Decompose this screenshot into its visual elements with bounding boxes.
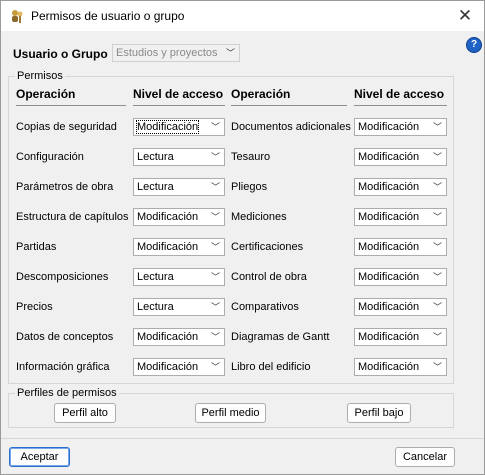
chevron-down-icon: ﹀ [432, 362, 442, 372]
right-level-header: Nivel de acceso [354, 87, 445, 101]
cancel-button[interactable]: Cancelar [395, 447, 455, 467]
operation-label: Copias de seguridad [16, 121, 117, 133]
chevron-down-icon: ﹀ [432, 242, 442, 252]
operation-label: Parámetros de obra [16, 181, 114, 193]
access-level-value: Modificación [358, 241, 420, 253]
profiles-legend: Perfiles de permisos [15, 387, 119, 399]
operation-label: Mediciones [231, 211, 287, 223]
access-level-value: Modificación [358, 121, 420, 133]
access-level-select[interactable]: Modificación ﹀ [354, 148, 447, 166]
access-level-select[interactable]: Lectura ﹀ [133, 298, 225, 316]
operation-label: Certificaciones [231, 241, 304, 253]
chevron-down-icon: ﹀ [210, 332, 220, 342]
chevron-down-icon: ﹀ [432, 332, 442, 342]
header-divider [354, 105, 447, 106]
header-divider [133, 105, 225, 106]
operation-label: Libro del edificio [231, 361, 311, 373]
access-level-value: Modificación [358, 181, 420, 193]
footer-separator [1, 438, 484, 439]
access-level-value: Modificación [137, 211, 199, 223]
access-level-value: Modificación [358, 211, 420, 223]
chevron-down-icon: ﹀ [432, 182, 442, 192]
operation-label: Documentos adicionales [231, 121, 351, 133]
access-level-select[interactable]: Modificación ﹀ [354, 238, 447, 256]
operation-label: Comparativos [231, 301, 299, 313]
left-level-header: Nivel de acceso [133, 87, 224, 101]
accept-button[interactable]: Aceptar [9, 447, 70, 467]
chevron-down-icon: ﹀ [210, 362, 220, 372]
access-level-value: Lectura [137, 181, 174, 193]
chevron-down-icon: ﹀ [432, 302, 442, 312]
access-level-value: Modificación [137, 361, 199, 373]
left-operation-header: Operación [16, 87, 76, 101]
access-level-value: Modificación [358, 151, 420, 163]
users-key-icon [12, 10, 23, 23]
access-level-value: Lectura [137, 151, 174, 163]
chevron-down-icon: ﹀ [210, 272, 220, 282]
operation-label: Información gráfica [16, 361, 110, 373]
profile-medium-button[interactable]: Perfil medio [195, 403, 266, 423]
access-level-select[interactable]: Modificación ﹀ [354, 208, 447, 226]
right-operation-header: Operación [231, 87, 291, 101]
header-divider [231, 105, 347, 106]
chevron-down-icon: ﹀ [210, 152, 220, 162]
operation-label: Partidas [16, 241, 57, 253]
profile-high-button[interactable]: Perfil alto [54, 403, 116, 423]
access-level-select[interactable]: Lectura ﹀ [133, 148, 225, 166]
chevron-down-icon: ﹀ [432, 272, 442, 282]
access-level-value: Modificación [137, 241, 199, 253]
access-level-select[interactable]: Modificación ﹀ [354, 298, 447, 316]
access-level-select[interactable]: Modificación ﹀ [354, 118, 447, 136]
access-level-value: Modificación [137, 331, 199, 343]
access-level-select[interactable]: Modificación ﹀ [133, 118, 225, 136]
permissions-legend: Permisos [15, 70, 65, 82]
window-title: Permisos de usuario o grupo [31, 9, 185, 23]
operation-label: Tesauro [231, 151, 271, 163]
chevron-down-icon: ﹀ [210, 212, 220, 222]
access-level-select[interactable]: Modificación ﹀ [133, 208, 225, 226]
chevron-down-icon: ﹀ [210, 182, 220, 192]
access-level-select[interactable]: Modificación ﹀ [354, 268, 447, 286]
operation-label: Pliegos [231, 181, 268, 193]
chevron-down-icon: ﹀ [432, 152, 442, 162]
access-level-select[interactable]: Modificación ﹀ [133, 238, 225, 256]
access-level-value: Modificación [135, 120, 200, 134]
operation-label: Diagramas de Gantt [231, 331, 330, 343]
access-level-select[interactable]: Modificación ﹀ [133, 328, 225, 346]
profile-low-button[interactable]: Perfil bajo [347, 403, 411, 423]
chevron-down-icon: ﹀ [210, 122, 220, 132]
chevron-down-icon: ﹀ [210, 302, 220, 312]
operation-label: Estructura de capítulos [16, 211, 129, 223]
help-icon[interactable]: ? [466, 37, 482, 53]
operation-label: Datos de conceptos [16, 331, 114, 343]
operation-label: Configuración [16, 151, 84, 163]
dialog-window: Permisos de usuario o grupo ✕ ? Usuario … [0, 0, 485, 475]
user-group-select: Estudios y proyectos ﹀ [112, 44, 240, 62]
access-level-value: Lectura [137, 271, 174, 283]
access-level-select[interactable]: Lectura ﹀ [133, 178, 225, 196]
access-level-select[interactable]: Lectura ﹀ [133, 268, 225, 286]
operation-label: Control de obra [231, 271, 307, 283]
title-bar: Permisos de usuario o grupo ✕ [1, 1, 484, 31]
access-level-value: Modificación [358, 331, 420, 343]
access-level-value: Modificación [358, 301, 420, 313]
access-level-select[interactable]: Modificación ﹀ [133, 358, 225, 376]
header-divider [16, 105, 126, 106]
access-level-select[interactable]: Modificación ﹀ [354, 178, 447, 196]
access-level-value: Modificación [358, 271, 420, 283]
access-level-value: Lectura [137, 301, 174, 313]
access-level-select[interactable]: Modificación ﹀ [354, 328, 447, 346]
access-level-select[interactable]: Modificación ﹀ [354, 358, 447, 376]
close-icon[interactable]: ✕ [454, 5, 476, 27]
operation-label: Descomposiciones [16, 271, 109, 283]
chevron-down-icon: ﹀ [210, 242, 220, 252]
access-level-value: Modificación [358, 361, 420, 373]
chevron-down-icon: ﹀ [432, 212, 442, 222]
operation-label: Precios [16, 301, 53, 313]
user-group-label: Usuario o Grupo [13, 47, 108, 61]
chevron-down-icon: ﹀ [225, 48, 235, 58]
user-group-value: Estudios y proyectos [116, 47, 218, 59]
chevron-down-icon: ﹀ [432, 122, 442, 132]
